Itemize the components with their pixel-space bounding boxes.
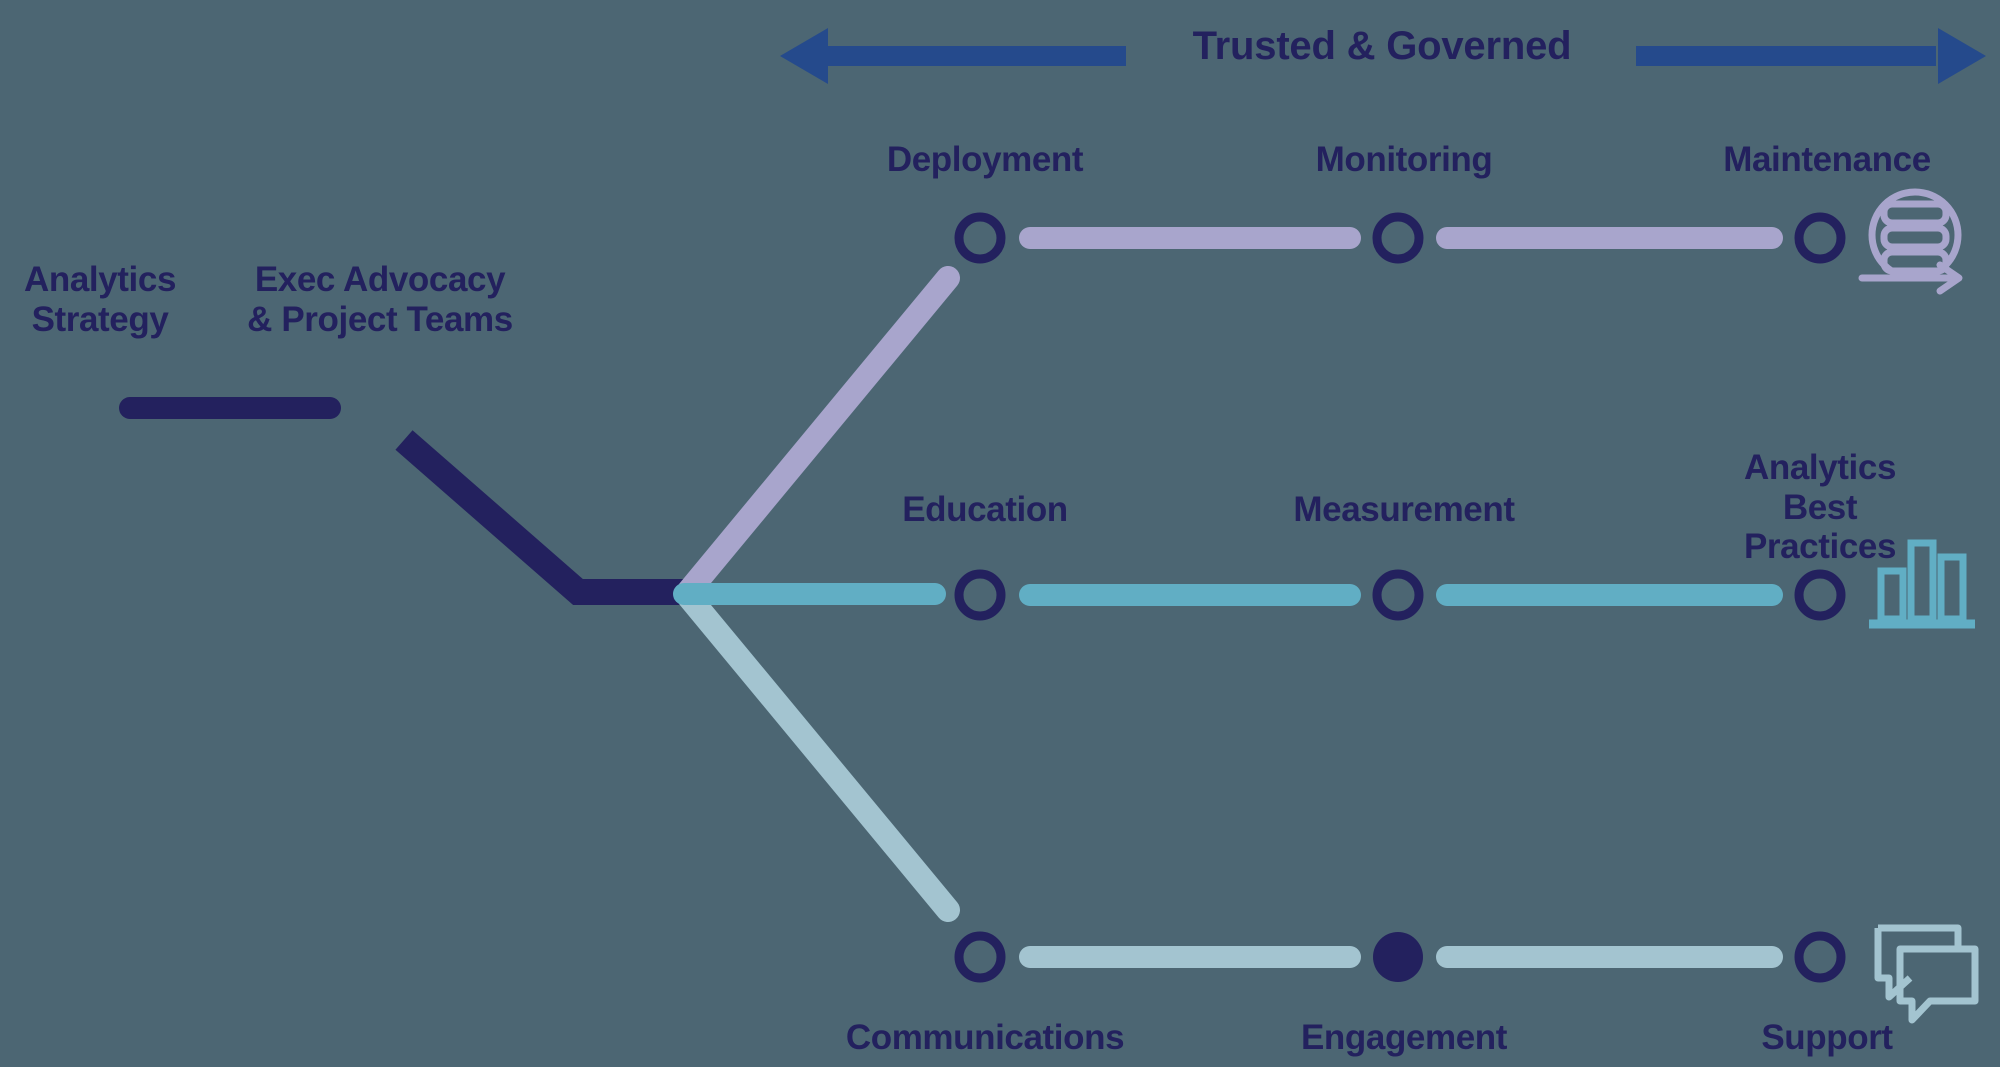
node-measurement <box>1372 569 1424 621</box>
node-monitoring <box>1372 212 1424 264</box>
node-engagement <box>1373 932 1423 982</box>
node-support <box>1794 931 1846 983</box>
banner-arrows <box>780 28 1986 84</box>
node-analytics-best-practices <box>1794 569 1846 621</box>
diagram-canvas: Trusted & Governed Analytics Strategy Ex… <box>0 0 2000 1067</box>
node-communications <box>954 931 1006 983</box>
arrow-right-icon <box>1636 28 1986 84</box>
chat-bubbles-icon <box>1874 924 1979 1024</box>
node-maintenance <box>1794 212 1846 264</box>
education-track-row <box>954 539 1975 629</box>
communications-branch-line <box>676 584 960 922</box>
node-deployment <box>954 212 1006 264</box>
deployment-track-row <box>954 188 1963 295</box>
database-refresh-icon <box>1858 188 1963 295</box>
branch-connectors <box>673 266 960 922</box>
deployment-branch-line <box>676 266 960 604</box>
arrow-left-icon <box>780 28 1126 84</box>
bar-chart-icon <box>1869 539 1975 629</box>
communications-track-row <box>954 924 1979 1024</box>
roadmap-svg <box>119 28 1986 1024</box>
foundation-track-path <box>119 397 685 605</box>
node-education <box>954 569 1006 621</box>
